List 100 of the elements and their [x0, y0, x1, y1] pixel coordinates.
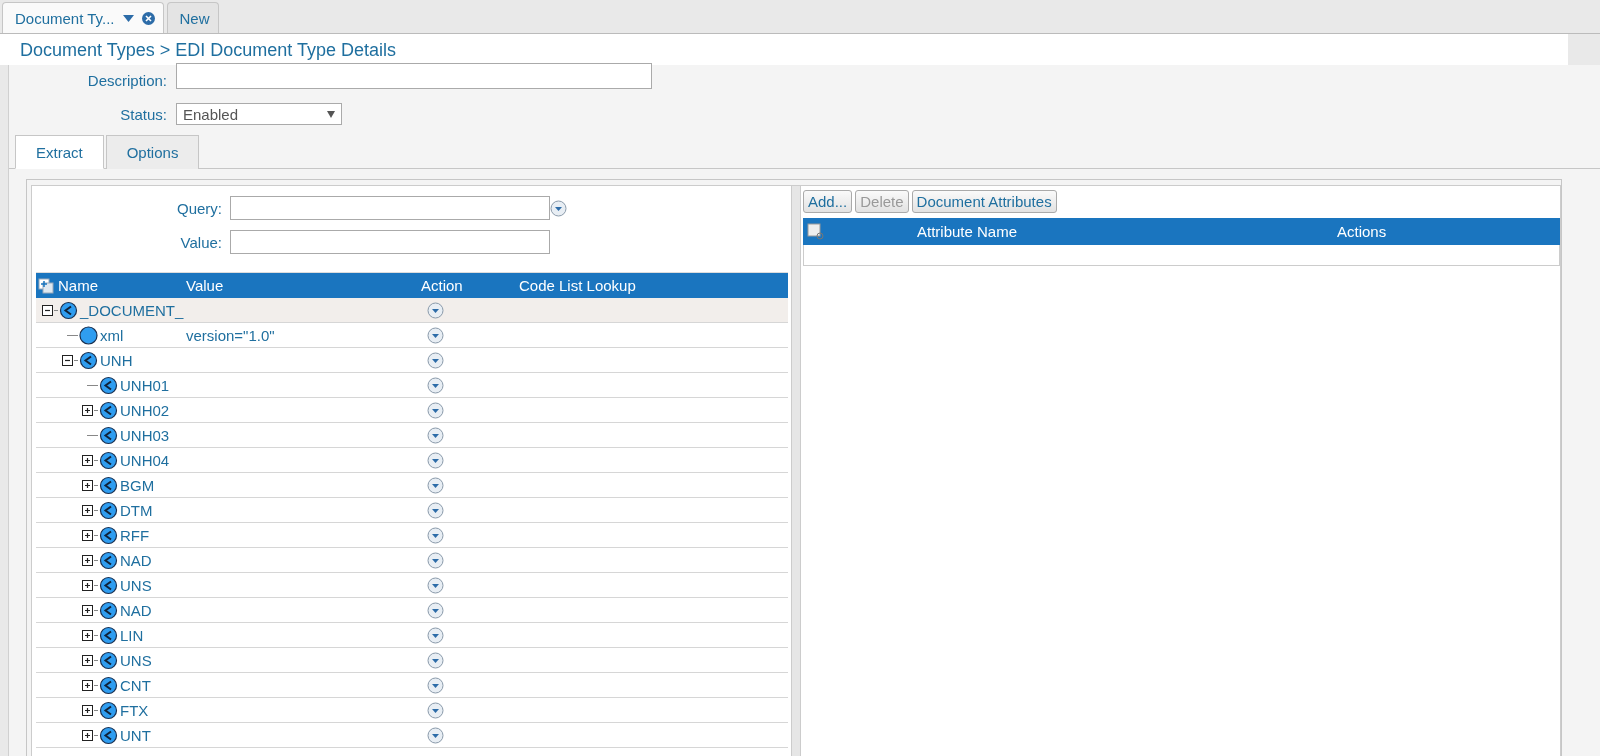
action-dropdown-icon[interactable]	[427, 301, 444, 319]
expand-all-icon[interactable]	[38, 277, 54, 294]
node-name: NAD	[120, 551, 152, 569]
expand-icon[interactable]	[82, 554, 93, 566]
field-label: Status:	[119, 105, 167, 123]
tree-line	[94, 534, 98, 536]
toolbar-button[interactable]: Document Attributes	[911, 190, 1057, 213]
action-dropdown-icon[interactable]	[427, 376, 444, 394]
tree-row[interactable]: xml version="1.0"	[36, 323, 788, 348]
action-dropdown-icon[interactable]	[427, 726, 444, 744]
node-name: UNS	[120, 576, 152, 594]
node-name: FTX	[120, 701, 149, 719]
action-dropdown-icon[interactable]	[427, 351, 444, 369]
tree-line	[87, 384, 98, 386]
column-header: Action	[421, 277, 464, 294]
close-icon[interactable]	[141, 11, 155, 25]
collapse-icon[interactable]	[62, 354, 73, 366]
node-name: RFF	[120, 526, 150, 544]
tree-line	[94, 709, 98, 711]
expand-icon[interactable]	[82, 479, 93, 491]
expand-icon[interactable]	[82, 679, 93, 691]
tree-line	[94, 634, 98, 636]
element-node-icon	[99, 675, 118, 695]
element-node-icon	[99, 375, 118, 395]
action-dropdown-icon[interactable]	[427, 526, 444, 544]
tree-line	[54, 309, 58, 311]
tree-line	[94, 734, 98, 736]
node-name: UNH04	[120, 451, 170, 469]
expand-icon[interactable]	[82, 629, 93, 641]
action-dropdown-icon[interactable]	[427, 326, 444, 344]
node-name: DTM	[120, 501, 153, 519]
description-field[interactable]	[176, 63, 652, 89]
column-header: Code List Lookup	[519, 277, 637, 294]
node-name: NAD	[120, 601, 152, 619]
column-header: Actions	[1337, 223, 1388, 240]
circle-node-icon	[79, 325, 98, 345]
action-dropdown-icon[interactable]	[427, 676, 444, 694]
action-dropdown-icon[interactable]	[427, 701, 444, 719]
tree-line	[74, 359, 78, 361]
tree-row[interactable]: _DOCUMENT_	[36, 298, 788, 323]
tree-line	[94, 684, 98, 686]
expand-icon[interactable]	[82, 654, 93, 666]
tree-line	[94, 609, 98, 611]
action-dropdown-icon[interactable]	[427, 626, 444, 644]
dropdown-icon[interactable]	[550, 199, 567, 217]
expand-icon[interactable]	[82, 729, 93, 741]
toolbar-button[interactable]: Add...	[803, 190, 853, 213]
element-node-icon	[99, 500, 118, 520]
node-name: UNH03	[120, 426, 170, 444]
select-all-icon[interactable]	[807, 222, 825, 241]
element-node-icon	[99, 600, 118, 620]
element-node-icon	[99, 525, 118, 545]
expand-icon[interactable]	[82, 504, 93, 516]
document-tab[interactable]: Document Ty...	[2, 2, 164, 33]
expand-icon[interactable]	[82, 454, 93, 466]
action-dropdown-icon[interactable]	[427, 601, 444, 619]
field-label: Query:	[176, 199, 222, 217]
tab[interactable]: Options	[105, 135, 200, 169]
collapse-icon[interactable]	[42, 304, 53, 316]
tree-line	[67, 334, 78, 336]
document-tab[interactable]: New	[166, 2, 219, 33]
query-field[interactable]	[230, 196, 550, 220]
node-name: UNT	[120, 726, 151, 744]
tree-line	[87, 434, 98, 436]
tree-line	[94, 409, 98, 411]
element-node-icon	[59, 300, 78, 320]
node-name: xml	[100, 326, 124, 344]
action-dropdown-icon[interactable]	[427, 551, 444, 569]
breadcrumb: Document Types > EDI Document Type Details	[0, 34, 1568, 65]
action-dropdown-icon[interactable]	[427, 476, 444, 494]
expand-icon[interactable]	[82, 404, 93, 416]
action-dropdown-icon[interactable]	[427, 401, 444, 419]
action-dropdown-icon[interactable]	[427, 451, 444, 469]
expand-icon[interactable]	[82, 579, 93, 591]
action-dropdown-icon[interactable]	[427, 576, 444, 594]
node-name: UNH01	[120, 376, 170, 394]
action-dropdown-icon[interactable]	[427, 501, 444, 519]
node-name: UNH	[100, 351, 133, 369]
expand-icon[interactable]	[82, 604, 93, 616]
action-dropdown-icon[interactable]	[427, 426, 444, 444]
action-dropdown-icon[interactable]	[427, 651, 444, 669]
field-label: Description:	[86, 71, 167, 89]
tree-line	[94, 559, 98, 561]
tab[interactable]: Extract	[15, 135, 104, 169]
node-value: version="1.0"	[186, 326, 275, 344]
caret-icon[interactable]	[122, 14, 134, 22]
element-node-icon	[99, 625, 118, 645]
node-name: UNS	[120, 651, 152, 669]
value-field[interactable]	[230, 230, 550, 254]
node-name: BGM	[120, 476, 155, 494]
expand-icon[interactable]	[82, 529, 93, 541]
node-name: _DOCUMENT_	[80, 301, 184, 319]
expand-icon[interactable]	[82, 704, 93, 716]
element-node-icon	[99, 575, 118, 595]
node-name: UNH02	[120, 401, 170, 419]
element-node-icon	[99, 400, 118, 420]
tree-line	[94, 459, 98, 461]
column-header: Attribute Name	[917, 223, 1019, 240]
status-dropdown[interactable]: Enabled	[176, 103, 342, 125]
tree-line	[94, 509, 98, 511]
